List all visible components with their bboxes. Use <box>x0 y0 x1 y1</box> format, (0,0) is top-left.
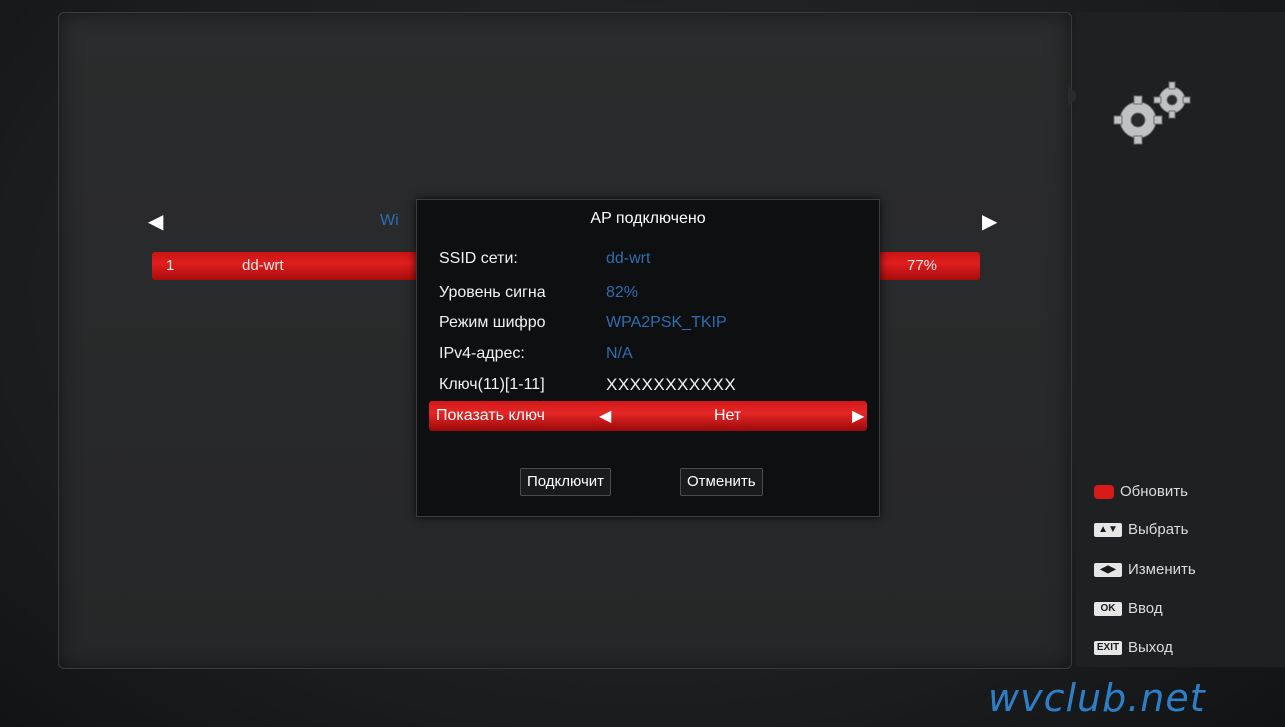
key-input[interactable]: XXXXXXXXXXX <box>606 375 736 395</box>
right-arrow-icon[interactable]: ▶ <box>852 406 864 426</box>
row-ssid: dd-wrt <box>242 257 284 274</box>
ok-key-icon: OK <box>1094 602 1122 617</box>
left-right-key-icon: ◀▶ <box>1094 563 1122 578</box>
encryption-value: WPA2PSK_TKIP <box>606 314 727 331</box>
watermark-logo: wvclub.net <box>988 676 1206 720</box>
encryption-label: Режим шифро <box>439 314 546 331</box>
show-key-label: Показать ключ <box>436 407 545 424</box>
next-page-arrow-icon[interactable]: ▶ <box>982 212 997 232</box>
legend-change-label: Изменить <box>1128 561 1196 578</box>
exit-key-icon: EXIT <box>1094 641 1122 656</box>
legend-select: ▲▼ Выбрать <box>1094 521 1188 538</box>
signal-value: 82% <box>606 284 639 301</box>
key-label: Ключ(11)[1-11] <box>439 376 545 393</box>
show-key-selector[interactable]: Показать ключ ◀ Нет ▶ <box>429 401 867 431</box>
left-arrow-icon[interactable]: ◀ <box>599 406 611 426</box>
connect-button[interactable]: Подключит <box>520 468 612 496</box>
legend-select-label: Выбрать <box>1128 521 1189 538</box>
dialog-title: AP подключено <box>590 210 706 227</box>
legend-refresh: Обновить <box>1094 483 1188 500</box>
ipv4-label: IPv4-адрес: <box>439 345 525 362</box>
legend-enter: OK Ввод <box>1094 600 1163 617</box>
show-key-value: Нет <box>714 407 742 424</box>
legend-exit: EXIT Выход <box>1094 639 1173 656</box>
legend-enter-label: Ввод <box>1128 600 1163 617</box>
previous-page-arrow-icon[interactable]: ◀ <box>148 212 163 232</box>
legend-exit-label: Выход <box>1128 639 1173 656</box>
row-signal-strength: 77% <box>907 257 938 274</box>
up-down-key-icon: ▲▼ <box>1094 523 1122 538</box>
ipv4-value: N/A <box>606 345 633 362</box>
connect-dialog: AP подключено SSID сети: dd-wrt Уровень … <box>416 199 880 517</box>
signal-label: Уровень сигна <box>439 284 546 301</box>
list-title: Wi <box>380 212 399 229</box>
cancel-button[interactable]: Отменить <box>680 468 763 496</box>
row-index: 1 <box>166 257 175 274</box>
legend-refresh-label: Обновить <box>1120 483 1188 500</box>
ssid-value: dd-wrt <box>606 250 651 267</box>
settings-gears-icon <box>1113 81 1191 145</box>
ssid-label: SSID сети: <box>439 250 518 267</box>
red-button-icon <box>1094 485 1114 500</box>
legend-change: ◀▶ Изменить <box>1094 561 1196 578</box>
